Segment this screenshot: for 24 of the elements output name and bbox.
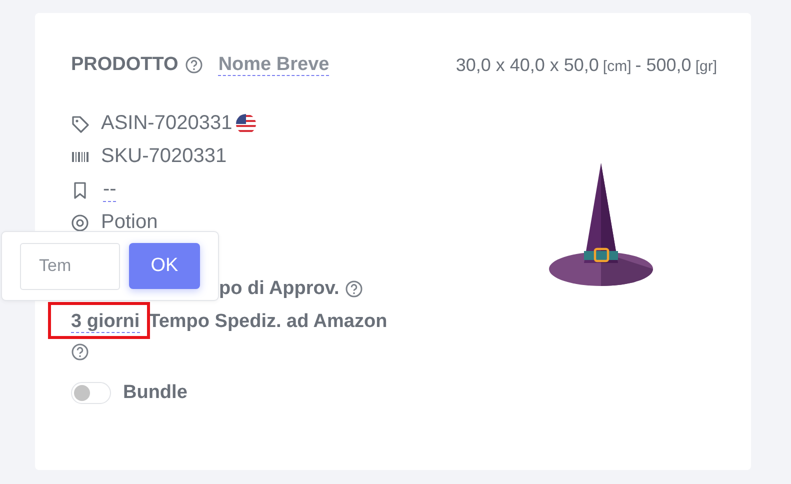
bundle-toggle[interactable]: [71, 382, 111, 404]
ok-button[interactable]: OK: [129, 243, 200, 289]
tag-icon: [71, 114, 89, 132]
help-icon: [345, 280, 364, 298]
help-icon: [71, 343, 89, 361]
short-name-link[interactable]: Nome Breve: [218, 54, 330, 76]
asin-text: ASIN-7020331: [101, 112, 232, 135]
help-icon: [185, 56, 204, 74]
unit-text: [cm]: [602, 58, 632, 74]
bundle-label: Bundle: [123, 382, 188, 404]
unit-text: [gr]: [695, 58, 717, 74]
category-text: Potion: [101, 211, 158, 234]
size-text: 30,0 x 40,0 x 50,0: [456, 54, 599, 76]
shipping-time-label: Tempo Spediz. ad Amazon: [148, 310, 388, 332]
bookmark-value[interactable]: --: [103, 178, 116, 202]
target-icon: [71, 214, 89, 232]
sku-text: SKU-7020331: [101, 145, 227, 168]
lead-time-label: po di Approv.: [219, 278, 340, 300]
flag-icon: [235, 112, 258, 134]
section-title: PRODOTTO: [71, 54, 178, 76]
shipping-days-value[interactable]: 3 giorni: [71, 311, 140, 333]
bookmark-icon: [71, 180, 89, 198]
weight-text: - 500,0: [635, 54, 692, 76]
input-field[interactable]: Tem: [20, 242, 120, 290]
